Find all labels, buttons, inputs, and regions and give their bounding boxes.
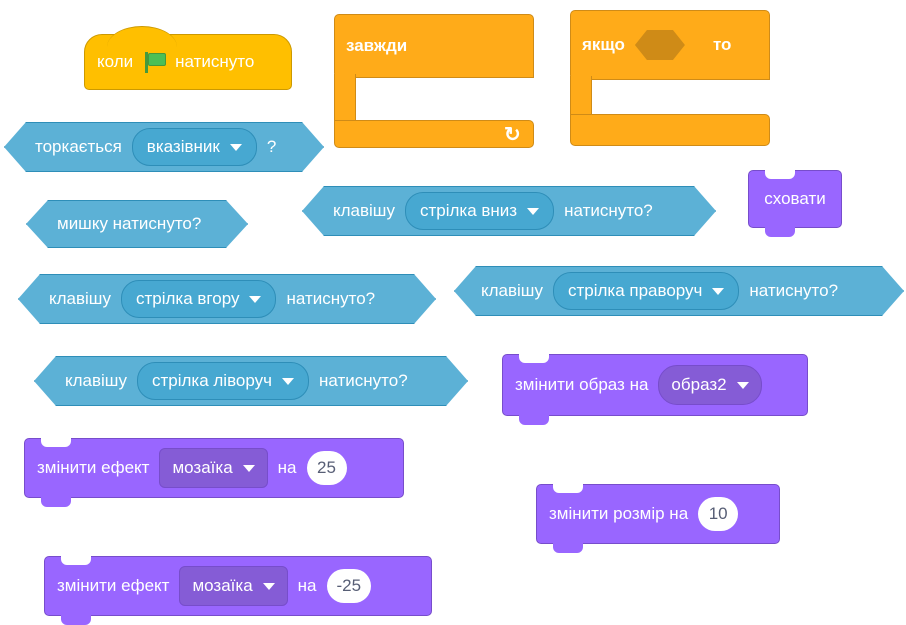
key-up-arrow-block[interactable]: клавішу стрілка вгору натиснуто?	[18, 274, 436, 324]
chevron-down-icon	[249, 296, 261, 303]
condition-slot[interactable]	[634, 30, 685, 60]
touching-dropdown[interactable]: вказівник	[132, 128, 257, 166]
pressed-label: натиснуто?	[286, 289, 376, 308]
chevron-down-icon	[262, 582, 275, 590]
key-dropdown[interactable]: стрілка вниз	[405, 192, 554, 230]
change-effect-block[interactable]: змінити ефект мозаїка на 25	[24, 438, 404, 507]
touching-block[interactable]: торкається вказівник ?	[4, 122, 324, 172]
effect-dropdown-value: мозаїка	[172, 458, 233, 477]
hide-label: сховати	[764, 189, 826, 208]
change-effect-label: змінити ефект	[57, 576, 170, 595]
costume-dropdown[interactable]: образ2	[658, 365, 762, 405]
forever-label: завжди	[346, 36, 408, 55]
touching-suffix: ?	[266, 137, 277, 156]
effect-dropdown-value: мозаїка	[192, 576, 253, 595]
when-flag-clicked-block[interactable]: коли натиснуто	[84, 26, 292, 90]
key-dropdown-value: стрілка праворуч	[567, 281, 703, 300]
key-dropdown[interactable]: стрілка вгору	[121, 280, 277, 318]
key-dropdown[interactable]: стрілка праворуч	[553, 272, 739, 310]
switch-costume-block[interactable]: змінити образ на образ2	[502, 354, 808, 425]
when-label: коли	[97, 52, 134, 71]
pressed-label: натиснуто?	[319, 371, 408, 390]
change-effect-block-2[interactable]: змінити ефект мозаїка на -25	[44, 556, 432, 625]
switch-costume-label: змінити образ на	[515, 375, 649, 394]
chevron-down-icon	[282, 378, 294, 385]
chevron-down-icon	[242, 464, 255, 472]
pressed-label: натиснуто?	[564, 201, 653, 220]
size-value-input[interactable]: 10	[698, 497, 739, 531]
key-dropdown[interactable]: стрілка ліворуч	[137, 362, 309, 400]
key-dropdown-value: стрілка вниз	[419, 201, 518, 220]
key-label: клавішу	[481, 281, 543, 300]
change-size-block[interactable]: змінити розмір на 10	[536, 484, 780, 553]
effect-value-input[interactable]: -25	[326, 569, 372, 603]
chevron-down-icon	[712, 288, 724, 295]
if-then-block[interactable]: якщо то	[570, 10, 770, 146]
clicked-label: натиснуто	[175, 52, 255, 71]
by-label: на	[277, 458, 297, 477]
change-effect-label: змінити ефект	[37, 458, 150, 477]
green-flag-icon	[143, 51, 167, 73]
chevron-down-icon	[527, 208, 539, 215]
key-label: клавішу	[65, 371, 127, 390]
key-down-arrow-block[interactable]: клавішу стрілка вниз натиснуто?	[302, 186, 716, 236]
then-label: то	[712, 35, 732, 54]
touching-label: торкається	[35, 137, 122, 156]
mouse-down-block[interactable]: мишку натиснуто?	[26, 200, 248, 248]
by-label: на	[297, 576, 317, 595]
key-label: клавішу	[49, 289, 111, 308]
touching-dropdown-value: вказівник	[146, 137, 220, 156]
key-dropdown-value: стрілка ліворуч	[151, 371, 272, 390]
hide-block[interactable]: сховати	[748, 170, 842, 237]
if-label: якщо	[582, 35, 625, 54]
effect-dropdown[interactable]: мозаїка	[159, 448, 268, 488]
key-label: клавішу	[333, 201, 395, 220]
effect-value-input[interactable]: 25	[306, 451, 347, 485]
change-size-label: змінити розмір на	[549, 504, 689, 523]
key-left-arrow-block[interactable]: клавішу стрілка ліворуч натиснуто?	[34, 356, 468, 406]
pressed-label: натиснуто?	[749, 281, 839, 300]
mouse-down-label: мишку натиснуто?	[57, 214, 202, 233]
chevron-down-icon	[230, 144, 242, 151]
costume-dropdown-value: образ2	[671, 375, 727, 394]
forever-block[interactable]: завжди ↻	[334, 14, 534, 148]
effect-dropdown[interactable]: мозаїка	[179, 566, 288, 606]
loop-arrow-icon: ↻	[504, 124, 521, 146]
chevron-down-icon	[736, 381, 749, 389]
key-dropdown-value: стрілка вгору	[135, 289, 240, 308]
key-right-arrow-block[interactable]: клавішу стрілка праворуч натиснуто?	[454, 266, 904, 316]
